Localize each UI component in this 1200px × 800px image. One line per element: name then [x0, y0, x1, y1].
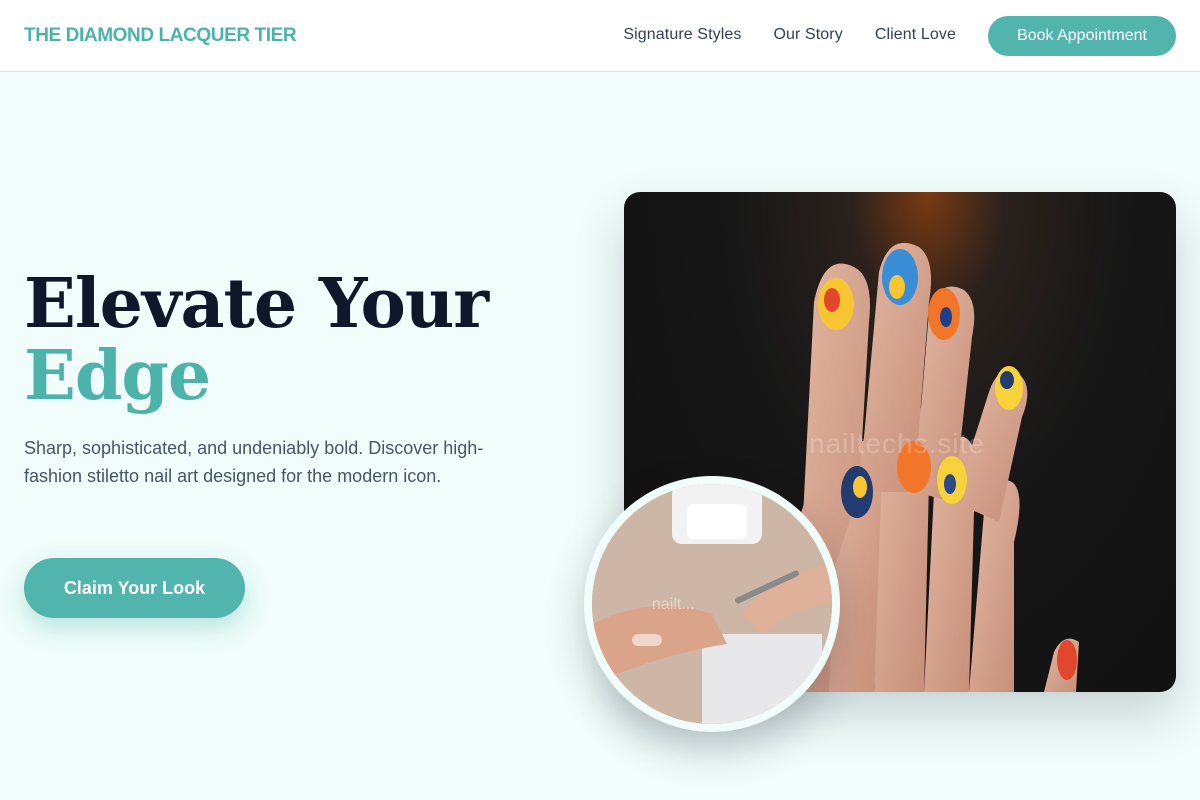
claim-your-look-button[interactable]: Claim Your Look: [24, 558, 245, 618]
nav-link-client-love[interactable]: Client Love: [875, 26, 956, 44]
circle-image-manicure: nailt...: [584, 476, 840, 732]
hero-headline: Elevate Your Edge: [24, 264, 489, 416]
circle-image-watermark: nailt...: [652, 596, 695, 613]
hero-subtext: Sharp, sophisticated, and undeniably bol…: [24, 438, 484, 486]
headline-line-1: Elevate Your: [24, 264, 489, 344]
headline-line-2: Edge: [24, 336, 211, 416]
image-watermark: nailtechs.site: [809, 428, 985, 459]
nav-links: Signature Styles Our Story Client Love: [623, 26, 956, 44]
manicure-illustration: [592, 484, 832, 724]
brand-logo-text[interactable]: THE DIAMOND LACQUER TIER: [24, 25, 297, 47]
navbar: THE DIAMOND LACQUER TIER Signature Style…: [0, 0, 1200, 72]
manicure-photo: nailt...: [592, 484, 832, 724]
nav-link-signature-styles[interactable]: Signature Styles: [623, 26, 741, 44]
nav-link-our-story[interactable]: Our Story: [773, 26, 842, 44]
book-appointment-button[interactable]: Book Appointment: [988, 16, 1176, 56]
